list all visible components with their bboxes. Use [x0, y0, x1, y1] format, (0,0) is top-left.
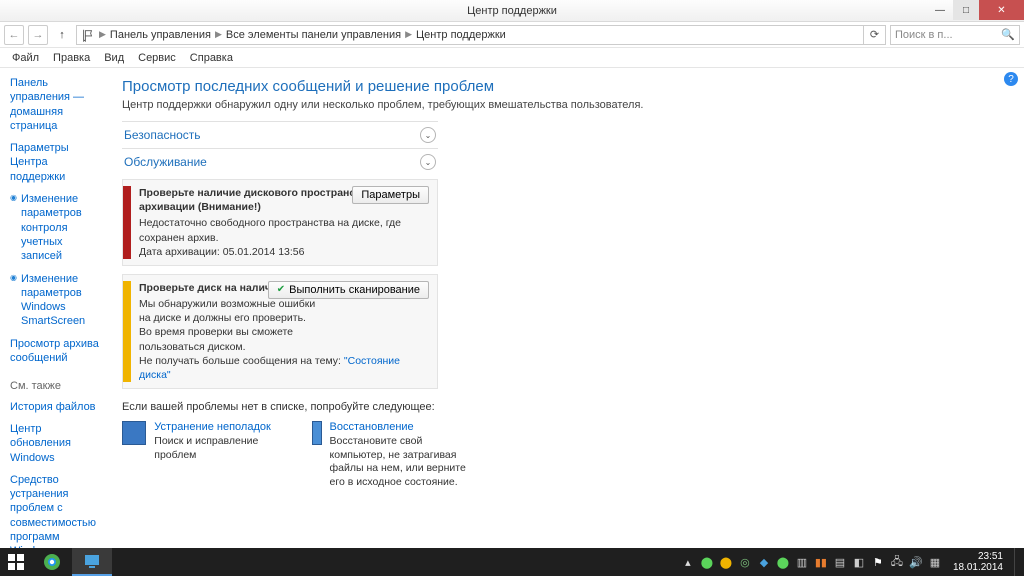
tray-flag-icon[interactable]: ⚑	[871, 555, 885, 569]
menu-service[interactable]: Сервис	[132, 50, 182, 66]
window-title: Центр поддержки	[467, 5, 557, 17]
tray-icon[interactable]: ▮▮	[814, 555, 828, 569]
sidebar-smartscreen-link[interactable]: Изменение параметров Windows SmartScreen	[10, 272, 104, 329]
breadcrumb-item[interactable]: Панель управления	[110, 29, 211, 41]
menu-file[interactable]: Файл	[6, 50, 45, 66]
severity-bar-important	[123, 186, 131, 259]
tray-network-icon[interactable]: 🖧	[890, 555, 904, 569]
run-scan-button[interactable]: ✔Выполнить сканирование	[268, 281, 429, 299]
security-section-header[interactable]: Безопасность ⌄	[122, 121, 438, 148]
show-desktop-button[interactable]	[1014, 548, 1022, 576]
breadcrumb-item[interactable]: Все элементы панели управления	[226, 29, 401, 41]
address-bar-row: ← → ↑ ▶ Панель управления ▶ Все элементы…	[0, 22, 1024, 48]
sidebar-home-link[interactable]: Панель управления — домашняя страница	[10, 76, 104, 133]
breadcrumb-bar[interactable]: ▶ Панель управления ▶ Все элементы панел…	[76, 25, 864, 45]
message-body: Мы обнаружили возможные ошибки на диске …	[139, 297, 429, 354]
tray-icon[interactable]: ◆	[757, 555, 771, 569]
maximize-button[interactable]: □	[953, 0, 979, 20]
window-controls: — □ ✕	[927, 0, 1024, 20]
tray-icon[interactable]: ▦	[928, 555, 942, 569]
nav-up-button[interactable]: ↑	[52, 25, 72, 45]
menu-view[interactable]: Вид	[98, 50, 130, 66]
menu-edit[interactable]: Правка	[47, 50, 96, 66]
recovery-icon	[312, 421, 322, 445]
tray-icon[interactable]: ⬤	[776, 555, 790, 569]
mute-message-row: Не получать больше сообщения на тему: "С…	[139, 354, 429, 382]
tray-icon[interactable]: ▥	[795, 555, 809, 569]
menu-bar: Файл Правка Вид Сервис Справка	[0, 48, 1024, 68]
search-icon: 🔍	[1001, 28, 1015, 41]
sidebar-filehistory-link[interactable]: История файлов	[10, 400, 104, 414]
shield-icon: ✔	[277, 284, 285, 295]
start-button[interactable]	[0, 548, 32, 576]
taskbar-clock[interactable]: 23:51 18.01.2014	[947, 551, 1009, 573]
nav-forward-button[interactable]: →	[28, 25, 48, 45]
menu-help[interactable]: Справка	[184, 50, 239, 66]
chevron-right-icon: ▶	[405, 29, 412, 40]
troubleshoot-icon	[122, 421, 146, 445]
action-center-flag-icon	[81, 28, 95, 42]
sidebar-params-link[interactable]: Параметры Центра поддержки	[10, 141, 104, 184]
taskbar-app-chrome[interactable]	[32, 548, 72, 576]
tools-row: Устранение неполадок Поиск и исправление…	[122, 421, 1010, 490]
sidebar-uac-link[interactable]: Изменение параметров контроля учетных за…	[10, 192, 104, 263]
minimize-button[interactable]: —	[927, 0, 953, 20]
recovery-tool: Восстановление Восстановите свой компьют…	[312, 421, 472, 490]
tray-up-icon[interactable]: ▴	[681, 555, 695, 569]
tray-icon[interactable]: ⬤	[700, 555, 714, 569]
chevron-right-icon: ▶	[99, 29, 106, 40]
tray-volume-icon[interactable]: 🔊	[909, 555, 923, 569]
breadcrumb-item[interactable]: Центр поддержки	[416, 29, 506, 41]
message-card-disk-check: Проверьте диск на наличие ошибок Мы обна…	[122, 274, 438, 389]
message-card-backup-space: Проверьте наличие дискового пространства…	[122, 179, 438, 266]
chevron-down-icon[interactable]: ⌄	[420, 127, 436, 143]
message-line: Дата архивации: 05.01.2014 13:56	[139, 245, 429, 259]
tray-icon[interactable]: ◎	[738, 555, 752, 569]
recovery-desc: Восстановите свой компьютер, не затрагив…	[330, 435, 472, 490]
sidebar-archive-link[interactable]: Просмотр архива сообщений	[10, 337, 104, 366]
page-subtitle: Центр поддержки обнаружил одну или неско…	[122, 99, 1010, 111]
sidebar: Панель управления — домашняя страница Па…	[0, 68, 110, 548]
severity-bar-warning	[123, 281, 131, 382]
taskbar-app-action-center[interactable]	[72, 548, 112, 576]
search-placeholder: Поиск в п...	[895, 29, 953, 41]
troubleshoot-link[interactable]: Устранение неполадок	[154, 421, 282, 433]
tray-icon[interactable]: ◧	[852, 555, 866, 569]
window-titlebar: Центр поддержки — □ ✕	[0, 0, 1024, 22]
security-label: Безопасность	[124, 128, 201, 142]
taskbar: ▴ ⬤ ⬤ ◎ ◆ ⬤ ▥ ▮▮ ▤ ◧ ⚑ 🖧 🔊 ▦ 23:51 18.01…	[0, 548, 1024, 576]
nav-back-button[interactable]: ←	[4, 25, 24, 45]
work-area: ? Панель управления — домашняя страница …	[0, 68, 1024, 548]
refresh-button[interactable]: ⟳	[864, 25, 886, 45]
message-line: Недостаточно свободного пространства на …	[139, 216, 429, 244]
recovery-link[interactable]: Восстановление	[330, 421, 472, 433]
see-also-section: См. также История файлов Центр обновлени…	[10, 373, 104, 566]
search-input[interactable]: Поиск в п... 🔍	[890, 25, 1020, 45]
see-also-header: См. также	[10, 379, 104, 393]
tray-icon[interactable]: ⬤	[719, 555, 733, 569]
page-title: Просмотр последних сообщений и решение п…	[122, 78, 1010, 95]
troubleshoot-desc: Поиск и исправление проблем	[154, 435, 282, 462]
parameters-button[interactable]: Параметры	[352, 186, 429, 204]
tray-icon[interactable]: ▤	[833, 555, 847, 569]
troubleshoot-tool: Устранение неполадок Поиск и исправление…	[122, 421, 282, 490]
maintenance-section-header[interactable]: Обслуживание ⌄	[122, 148, 438, 175]
sidebar-compat-link[interactable]: Средство устранения проблем с совместимо…	[10, 473, 104, 559]
chevron-right-icon: ▶	[215, 29, 222, 40]
sidebar-windowsupdate-link[interactable]: Центр обновления Windows	[10, 422, 104, 465]
maintenance-label: Обслуживание	[124, 155, 207, 169]
content-pane: Просмотр последних сообщений и решение п…	[110, 68, 1024, 548]
close-button[interactable]: ✕	[979, 0, 1024, 20]
system-tray: ▴ ⬤ ⬤ ◎ ◆ ⬤ ▥ ▮▮ ▤ ◧ ⚑ 🖧 🔊 ▦ 23:51 18.01…	[681, 548, 1024, 576]
chevron-down-icon[interactable]: ⌄	[420, 154, 436, 170]
try-following-text: Если вашей проблемы нет в списке, попроб…	[122, 401, 1010, 413]
